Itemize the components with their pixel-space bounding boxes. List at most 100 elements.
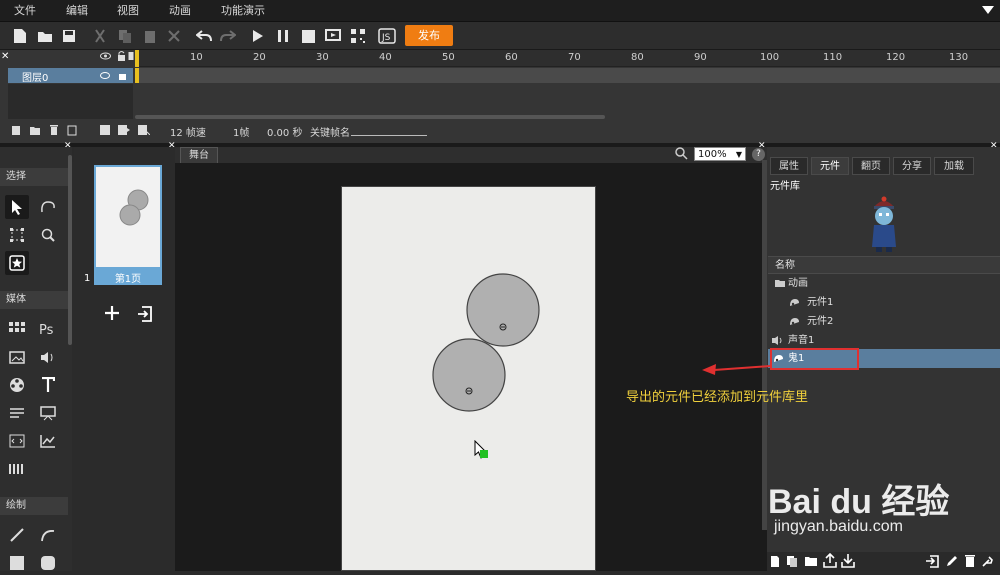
grid-tool-icon[interactable] (5, 317, 29, 341)
add-folder-icon[interactable] (29, 125, 41, 136)
tab-loading[interactable]: 加载 (934, 157, 974, 175)
outline-icon[interactable] (128, 51, 134, 61)
export-icon[interactable] (823, 553, 837, 568)
search-icon[interactable] (675, 147, 688, 160)
delete-layer-icon[interactable] (49, 125, 59, 136)
code-tool-icon[interactable] (5, 429, 29, 453)
stage-symbols[interactable] (342, 187, 597, 572)
artboard[interactable] (341, 186, 596, 571)
undo-icon[interactable] (193, 26, 215, 46)
cut-icon[interactable] (89, 26, 111, 46)
copy-icon[interactable] (114, 26, 136, 46)
publish-button[interactable]: 发布 (405, 25, 453, 46)
insert-page-icon[interactable] (137, 305, 155, 323)
frame-icon[interactable] (100, 125, 110, 135)
insert-frame-icon[interactable] (118, 125, 130, 135)
library-column-header[interactable]: 名称 (768, 256, 1000, 274)
layer-name: 图层0 (22, 73, 49, 84)
tick-label: 110 (823, 52, 843, 63)
open-folder-icon[interactable] (34, 26, 56, 46)
js-script-icon[interactable]: JS (376, 26, 398, 46)
keyframe[interactable] (135, 68, 139, 83)
video-tool-icon[interactable] (5, 373, 29, 397)
red-arrow-icon (702, 364, 771, 375)
lock-icon[interactable] (117, 51, 126, 61)
zoom-select[interactable]: 100% ▼ (694, 147, 746, 161)
replace-icon[interactable] (925, 554, 939, 568)
close-icon[interactable]: ✕ (1, 51, 9, 62)
add-layer-icon[interactable] (11, 125, 21, 136)
lasso-tool-icon[interactable] (36, 195, 60, 219)
curve-tool-icon[interactable] (36, 523, 60, 547)
paragraph-tool-icon[interactable] (5, 401, 29, 425)
folder-icon[interactable] (804, 555, 818, 567)
library-item-label: 元件2 (807, 316, 834, 327)
preview-icon[interactable] (322, 26, 344, 46)
qrcode-icon[interactable] (347, 26, 369, 46)
redo-icon[interactable] (217, 26, 239, 46)
menu-demo[interactable]: 功能演示 (221, 0, 265, 22)
lock-icon[interactable] (118, 70, 127, 80)
library-item[interactable]: 元件2 (768, 312, 1000, 331)
rectangle-tool-icon[interactable] (5, 551, 29, 575)
tools-scrollbar[interactable] (68, 155, 72, 345)
pause-icon[interactable] (272, 26, 294, 46)
duplicate-icon[interactable] (786, 555, 798, 568)
library-item[interactable]: 动画 (768, 274, 1000, 293)
text-tool-icon[interactable] (36, 373, 60, 397)
keyframe-name-input[interactable] (351, 135, 427, 136)
new-file-icon[interactable] (9, 26, 31, 46)
select-section-header[interactable]: 选择 (0, 168, 68, 186)
clean-icon[interactable] (981, 554, 995, 568)
delete-icon[interactable] (163, 26, 185, 46)
line-tool-icon[interactable] (5, 523, 29, 547)
image-tool-icon[interactable] (5, 345, 29, 369)
slider-tool-icon[interactable] (5, 457, 29, 481)
delete-frame-icon[interactable] (138, 125, 150, 135)
pointer-tool-icon[interactable] (5, 195, 29, 219)
annotation-text: 导出的元件已经添加到元件库里 (626, 390, 809, 405)
tab-share[interactable]: 分享 (893, 157, 931, 175)
tab-pageflip[interactable]: 翻页 (852, 157, 890, 175)
new-symbol-icon[interactable] (770, 555, 780, 568)
eye-icon[interactable] (100, 52, 111, 60)
layer-option-icon[interactable] (67, 125, 77, 136)
paste-icon[interactable] (139, 26, 161, 46)
library-item[interactable]: 元件1 (768, 293, 1000, 312)
timeline-ruler[interactable]: 10 20 30 40 50 60 70 80 90 100 110 120 1… (135, 50, 1000, 67)
draw-section-header[interactable]: 绘制 (0, 497, 68, 515)
tick-label: 20 (253, 52, 266, 63)
menu-view[interactable]: 视图 (117, 0, 139, 22)
symbol-tool-icon[interactable] (5, 251, 29, 275)
layer-frames[interactable] (135, 68, 1000, 83)
layer-row[interactable]: 图层0 (8, 68, 133, 84)
eye-icon[interactable] (100, 72, 110, 79)
media-section-header[interactable]: 媒体 (0, 291, 68, 309)
tab-symbols[interactable]: 元件 (811, 157, 849, 175)
save-icon[interactable] (58, 26, 80, 46)
add-page-icon[interactable] (104, 305, 120, 321)
menu-file[interactable]: 文件 (14, 0, 36, 22)
page-thumbnail[interactable]: 第1页 (94, 165, 162, 285)
menu-animation[interactable]: 动画 (169, 0, 191, 22)
tab-stage[interactable]: 舞台 (180, 147, 218, 163)
rounded-rect-tool-icon[interactable] (36, 551, 60, 575)
trash-icon[interactable] (964, 554, 976, 568)
playhead[interactable] (135, 50, 139, 67)
play-icon[interactable] (247, 26, 269, 46)
presentation-tool-icon[interactable] (36, 401, 60, 425)
chart-tool-icon[interactable] (36, 429, 60, 453)
zoom-tool-icon[interactable] (36, 223, 60, 247)
timeline-footer: 12 帧速 1帧 0.00 秒 关键帧名 (0, 119, 1000, 143)
tick-label: 100 (760, 52, 780, 63)
stop-icon[interactable] (297, 26, 319, 46)
collapse-icon[interactable] (982, 5, 994, 15)
tab-properties[interactable]: 属性 (770, 157, 808, 175)
transform-tool-icon[interactable] (5, 223, 29, 247)
photoshop-import-icon[interactable]: Ps (36, 317, 60, 341)
edit-icon[interactable] (945, 554, 959, 568)
import-icon[interactable] (841, 553, 855, 568)
menu-edit[interactable]: 编辑 (66, 0, 88, 22)
sound-tool-icon[interactable] (36, 345, 60, 369)
fps-label[interactable]: 12 帧速 (170, 124, 206, 139)
